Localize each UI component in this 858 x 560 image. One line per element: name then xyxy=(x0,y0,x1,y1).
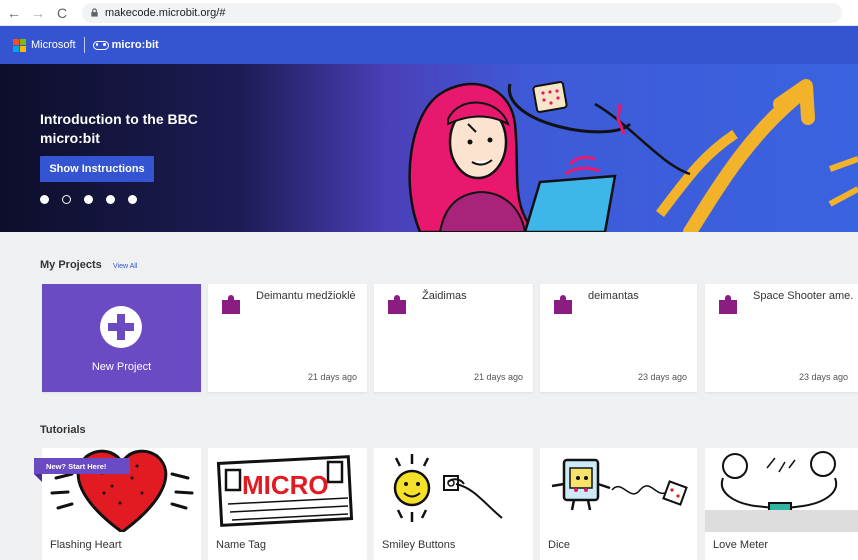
my-projects-heading: My Projects xyxy=(40,259,102,271)
carousel-dots xyxy=(40,195,150,204)
microbit-logo[interactable]: micro:bit xyxy=(92,39,159,51)
badge-tail xyxy=(34,474,42,482)
tutorial-card[interactable]: Smiley Buttons xyxy=(374,448,533,560)
carousel-dot[interactable] xyxy=(106,195,115,204)
hero-title: Introduction to the BBC micro:bit xyxy=(40,111,198,146)
view-all-link[interactable]: View All xyxy=(113,263,137,270)
carousel-dot[interactable] xyxy=(84,195,93,204)
carousel-dot[interactable] xyxy=(40,195,49,204)
carousel-dot-active[interactable] xyxy=(62,195,71,204)
microbit-icon xyxy=(92,40,109,50)
address-bar[interactable]: makecode.microbit.org/# xyxy=(82,2,842,23)
tutorial-label: Flashing Heart xyxy=(50,539,122,551)
header-divider xyxy=(83,37,85,53)
tutorial-card[interactable]: Dice xyxy=(540,448,697,560)
app-header: Microsoft micro:bit xyxy=(0,26,858,64)
name-tag-illustration: MICRO xyxy=(216,455,354,527)
new-project-card[interactable]: New Project xyxy=(42,284,201,392)
dice-illustration xyxy=(551,458,688,511)
project-card[interactable]: deimantas 23 days ago xyxy=(540,284,697,392)
tutorial-label: Name Tag xyxy=(216,539,266,551)
puzzle-icon xyxy=(222,295,240,314)
show-instructions-button[interactable]: Show Instructions xyxy=(40,156,154,182)
tutorial-card[interactable]: MICRO Name Tag xyxy=(208,448,367,560)
project-time: 23 days ago xyxy=(798,372,848,382)
puzzle-icon xyxy=(719,295,737,314)
tutorial-label: Dice xyxy=(548,539,571,551)
project-title: Space Shooter ame. xyxy=(753,290,854,302)
microbit-brand: micro:bit xyxy=(111,39,159,51)
browser-toolbar: ← → C makecode.microbit.org/# xyxy=(0,0,858,26)
puzzle-icon xyxy=(554,295,572,314)
hero-illustration xyxy=(408,79,858,232)
love-meter-illustration xyxy=(705,451,858,532)
plus-icon xyxy=(100,306,142,348)
new-start-here-badge: New? Start Here! xyxy=(34,458,130,474)
project-card[interactable]: Space Shooter ame. 23 days ago xyxy=(705,284,858,392)
project-time: 21 days ago xyxy=(473,372,523,382)
microsoft-logo-icon[interactable] xyxy=(13,38,26,52)
hero-banner: Introduction to the BBC micro:bit Show I… xyxy=(0,64,858,232)
lock-icon xyxy=(91,8,98,17)
tutorial-label: Love Meter xyxy=(713,539,769,551)
smiley-buttons-illustration xyxy=(393,454,503,522)
project-card[interactable]: Žaidimas 21 days ago xyxy=(374,284,533,392)
back-arrow-icon[interactable]: ← xyxy=(4,3,24,23)
project-title: Žaidimas xyxy=(422,290,467,302)
name-tag-text: MICRO xyxy=(242,470,329,500)
tutorial-label: Smiley Buttons xyxy=(382,539,456,551)
puzzle-icon xyxy=(388,295,406,314)
reload-icon[interactable]: C xyxy=(52,3,72,23)
tutorials-heading: Tutorials xyxy=(40,424,86,436)
tutorial-card[interactable]: Love Meter xyxy=(705,448,858,560)
url-text: makecode.microbit.org/# xyxy=(105,6,226,19)
project-time: 23 days ago xyxy=(637,372,687,382)
forward-arrow-icon[interactable]: → xyxy=(28,3,48,23)
project-time: 21 days ago xyxy=(307,372,357,382)
project-title: deimantas xyxy=(588,290,639,302)
microsoft-label[interactable]: Microsoft xyxy=(31,39,76,51)
new-project-label: New Project xyxy=(91,361,152,373)
project-title: Deimantu medžioklė xyxy=(256,290,356,302)
project-card[interactable]: Deimantu medžioklė 21 days ago xyxy=(208,284,367,392)
carousel-dot[interactable] xyxy=(128,195,137,204)
